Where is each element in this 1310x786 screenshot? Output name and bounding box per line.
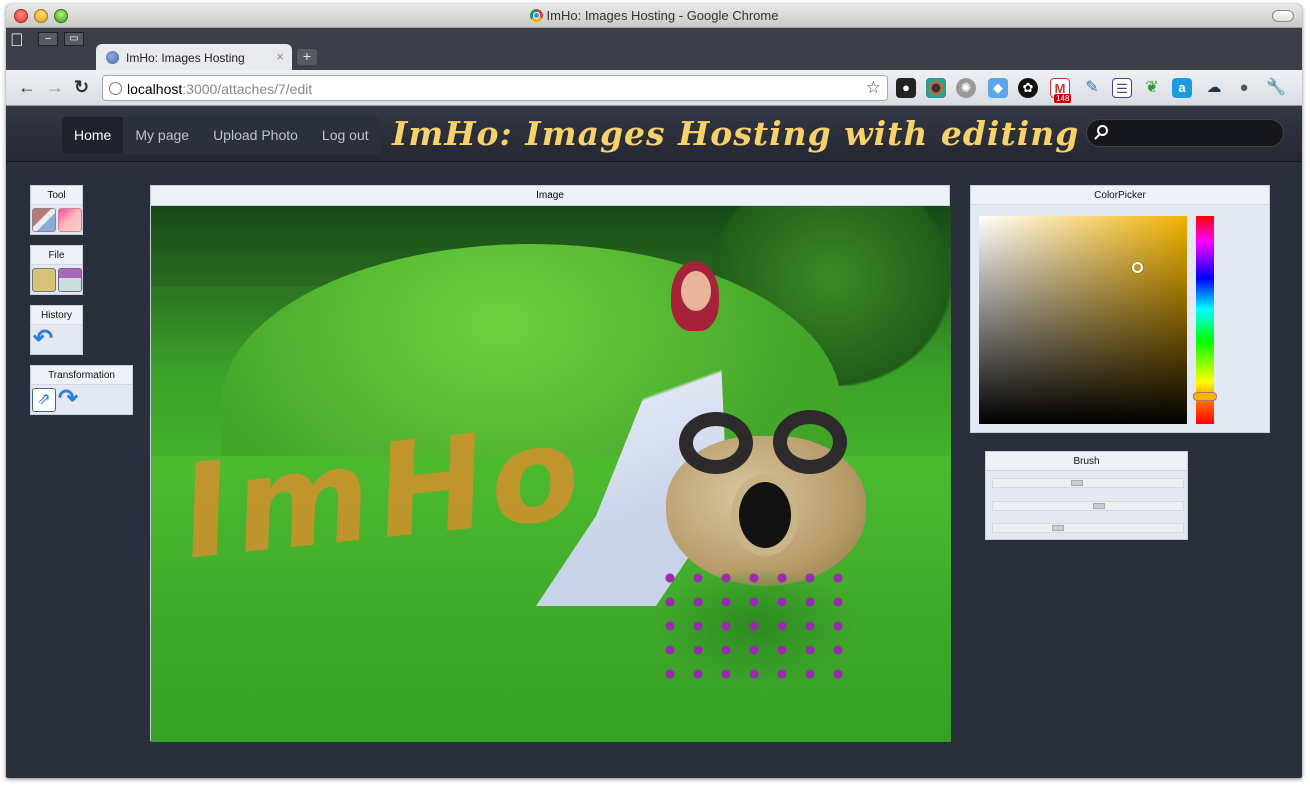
colorpicker-panel: ColorPicker bbox=[970, 185, 1270, 433]
browser-tab[interactable]: ImHo: Images Hosting × bbox=[96, 44, 292, 70]
reload-icon[interactable]: ↻ bbox=[74, 77, 89, 98]
list-icon[interactable]: ☰ bbox=[1112, 78, 1132, 98]
rotate-icon[interactable]: ↷ bbox=[58, 387, 82, 412]
transformation-panel: Transformation ⇗ ↷ bbox=[30, 365, 133, 415]
transformation-panel-title: Transformation bbox=[31, 366, 132, 385]
gmail-badge: 148 bbox=[1054, 94, 1072, 103]
browser-toolbar: ← → ↻ localhost:3000/attaches/7/edit ☆ ●… bbox=[6, 70, 1302, 106]
favicon-icon bbox=[106, 51, 119, 64]
url-path: :3000/attaches/7/edit bbox=[182, 81, 313, 97]
resize-icon[interactable]: ⇗ bbox=[32, 388, 56, 412]
brush-size-slider[interactable] bbox=[992, 478, 1184, 488]
slider-knob[interactable] bbox=[1071, 480, 1083, 486]
title-bar: ImHo: Images Hosting - Google Chrome bbox=[6, 4, 1302, 28]
hue-slider[interactable] bbox=[1193, 216, 1217, 424]
drop-icon[interactable]: ● bbox=[1234, 78, 1254, 98]
file-panel: File bbox=[30, 245, 83, 295]
color-wheel-icon[interactable] bbox=[926, 78, 946, 98]
menu-my-page[interactable]: My page bbox=[123, 117, 201, 154]
address-bar[interactable]: localhost:3000/attaches/7/edit ☆ bbox=[102, 75, 888, 101]
brush-hardness-slider[interactable] bbox=[992, 523, 1184, 533]
options-icon[interactable]: ✿ bbox=[1018, 78, 1038, 98]
search-input[interactable] bbox=[1086, 119, 1284, 147]
globe-icon bbox=[109, 82, 122, 95]
image-panel: Image ImHo bbox=[150, 185, 951, 742]
settings-gear-icon[interactable]: ✺ bbox=[956, 78, 976, 98]
slider-knob[interactable] bbox=[1093, 503, 1105, 509]
forward-icon[interactable]: → bbox=[46, 77, 64, 98]
dropbox-icon[interactable]: ◆ bbox=[988, 78, 1008, 98]
github-icon[interactable]: ● bbox=[896, 78, 916, 98]
window-title-text: ImHo: Images Hosting - Google Chrome bbox=[546, 8, 779, 23]
image-panel-title: Image bbox=[151, 186, 949, 206]
toolbar-toggle-button[interactable] bbox=[1272, 10, 1294, 22]
image-canvas[interactable]: ImHo bbox=[151, 206, 951, 742]
eraser-icon[interactable] bbox=[58, 208, 82, 232]
site-navbar: Home My page Upload Photo Log out ImHo: … bbox=[6, 106, 1302, 162]
search-icon bbox=[1097, 125, 1108, 136]
apple-icon[interactable]:  bbox=[10, 30, 30, 50]
tab-close-icon[interactable]: × bbox=[276, 49, 284, 64]
drawn-right-ear bbox=[773, 410, 847, 474]
eyedropper-icon[interactable]: ✎ bbox=[1082, 78, 1102, 98]
color-cursor[interactable] bbox=[1132, 262, 1143, 273]
tool-panel-title: Tool bbox=[31, 186, 82, 205]
colorpicker-title: ColorPicker bbox=[971, 186, 1269, 205]
hue-handle[interactable] bbox=[1193, 392, 1217, 401]
a-icon[interactable]: a bbox=[1172, 78, 1192, 98]
tab-title: ImHo: Images Hosting bbox=[126, 51, 245, 65]
menu-home[interactable]: Home bbox=[62, 117, 124, 154]
brush-panel-title: Brush bbox=[986, 452, 1187, 471]
back-icon[interactable]: ← bbox=[18, 77, 36, 98]
bookmark-star-icon[interactable]: ☆ bbox=[866, 78, 881, 98]
wrench-icon[interactable]: 🔧 bbox=[1266, 78, 1286, 98]
menu-upload-photo[interactable]: Upload Photo bbox=[201, 117, 310, 154]
brush-opacity-slider[interactable] bbox=[992, 501, 1184, 511]
undo-icon[interactable]: ↶ bbox=[33, 327, 57, 352]
main-menu: Home My page Upload Photo Log out bbox=[62, 117, 381, 154]
woman-face bbox=[681, 271, 711, 311]
file-panel-title: File bbox=[31, 246, 82, 265]
browser-window: ImHo: Images Hosting - Google Chrome  –… bbox=[6, 4, 1302, 778]
history-panel: History ↶ bbox=[30, 305, 83, 355]
sprout-icon[interactable]: ❦ bbox=[1142, 78, 1162, 98]
site-brand: ImHo: Images Hosting with editing bbox=[392, 114, 1080, 153]
brush-panel: Brush bbox=[985, 451, 1188, 540]
petunia-flowers bbox=[656, 566, 856, 686]
minimize-icon[interactable]: – bbox=[38, 32, 58, 46]
url-host: localhost bbox=[127, 81, 183, 97]
chrome-icon bbox=[529, 9, 543, 22]
saturation-value-area[interactable] bbox=[979, 216, 1187, 424]
window-title: ImHo: Images Hosting - Google Chrome bbox=[6, 8, 1302, 23]
tool-panel: Tool bbox=[30, 185, 83, 235]
tab-strip:  – ▭ ImHo: Images Hosting × + bbox=[6, 28, 1302, 70]
maximize-icon[interactable]: ▭ bbox=[64, 32, 84, 46]
save-icon[interactable] bbox=[58, 268, 82, 292]
open-file-icon[interactable] bbox=[32, 268, 56, 292]
menu-log-out[interactable]: Log out bbox=[310, 117, 381, 154]
brush-icon[interactable] bbox=[32, 208, 56, 232]
new-tab-button[interactable]: + bbox=[297, 49, 317, 65]
history-panel-title: History bbox=[31, 306, 82, 325]
drawn-left-ear bbox=[679, 412, 753, 474]
cloud-icon[interactable]: ☁ bbox=[1204, 78, 1224, 98]
pot-opening bbox=[731, 474, 799, 556]
slider-knob[interactable] bbox=[1052, 525, 1064, 531]
